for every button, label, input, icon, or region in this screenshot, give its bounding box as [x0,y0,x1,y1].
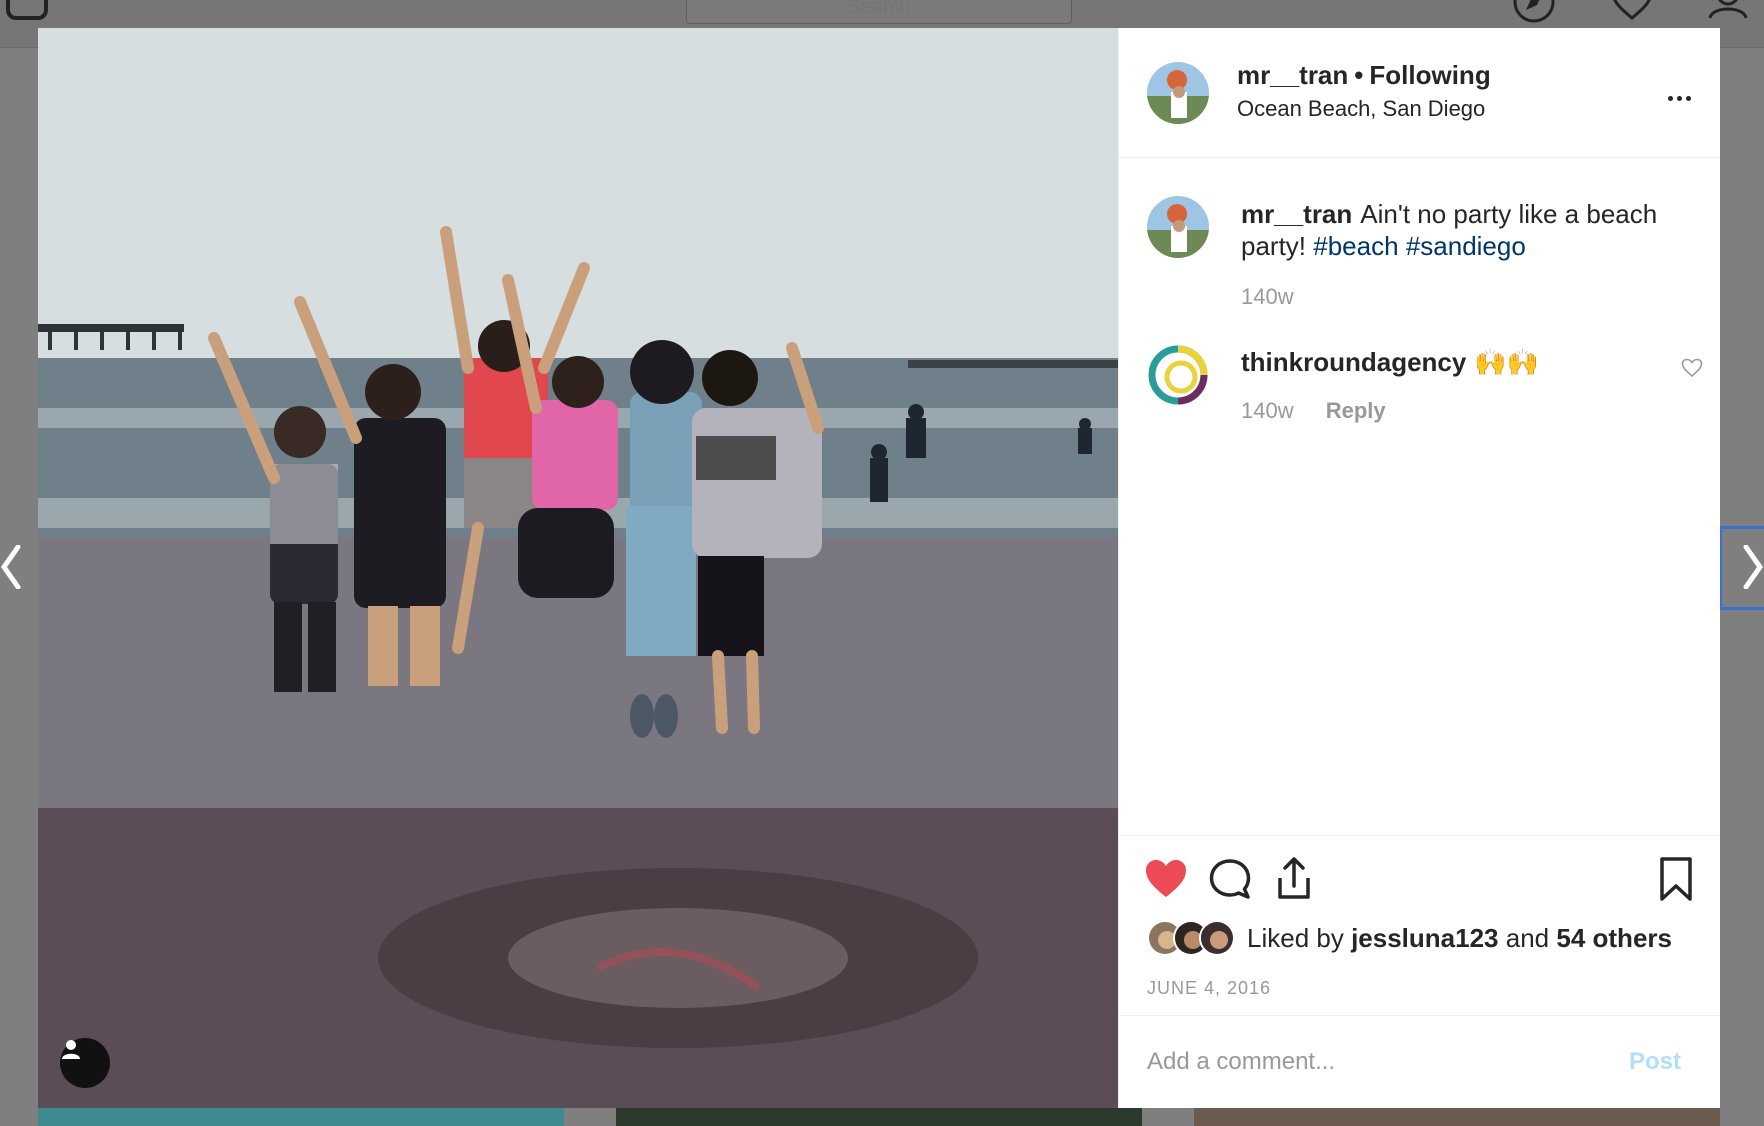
like-heart-icon[interactable] [1143,856,1189,902]
comment-item: thinkroundagency 🙌🙌 140w Reply [1147,344,1707,434]
comment-input[interactable] [1147,1040,1617,1084]
next-post-chevron-icon[interactable] [1740,545,1764,589]
beach-group-jump-photo [38,28,1118,1108]
more-options-icon[interactable] [1659,88,1699,108]
post-location[interactable]: Ocean Beach, San Diego [1237,96,1485,122]
background-grid-tile[interactable] [1194,1108,1720,1126]
person-tag-icon [62,1040,80,1059]
likes-count-link[interactable]: 54 others [1556,923,1672,953]
reply-button[interactable]: Reply [1326,398,1386,423]
post-modal: mr__tran • Following Ocean Beach, San Dieg… [38,28,1720,1108]
activity-heart-icon[interactable] [1610,0,1654,24]
liked-by-text: Liked by jessluna123 and 54 others [1247,923,1672,954]
background-grid-tile[interactable] [616,1108,1142,1126]
background-grid-tile[interactable] [38,1108,564,1126]
caption-avatar-image [1147,196,1209,258]
caption-username[interactable]: mr__tran [1241,199,1352,229]
post-actions: Liked by jessluna123 and 54 others JUNE … [1119,835,1720,1015]
author-username[interactable]: mr__tran [1237,60,1348,90]
post-photo[interactable] [38,28,1118,1108]
post-header: mr__tran • Following Ocean Beach, San Dieg… [1119,28,1720,158]
hashtag-link[interactable]: #sandiego [1406,231,1526,261]
add-comment-bar: Post [1119,1015,1720,1108]
caption-avatar[interactable] [1147,196,1209,258]
liked-by-row: Liked by jessluna123 and 54 others [1147,918,1672,958]
liker-avatar-image [1201,922,1233,954]
tagged-users-button[interactable] [60,1038,110,1088]
comment-body: 🙌🙌 [1474,347,1540,377]
instagram-logo-icon[interactable] [6,0,48,20]
post-comment-button[interactable]: Post [1629,1048,1681,1076]
comment-age[interactable]: 140w [1241,398,1294,423]
commenter-username[interactable]: thinkroundagency [1241,347,1466,377]
comment-text: thinkroundagency 🙌🙌 [1241,346,1681,378]
search-input[interactable] [686,0,1072,24]
profile-icon[interactable] [1706,0,1750,24]
caption-text: mr__tran Ain't no party like a beach part… [1241,198,1681,262]
liked-by-connector: and [1505,922,1550,953]
comment-bubble-icon[interactable] [1207,856,1253,902]
comment-meta: 140w Reply [1241,398,1386,424]
liked-by-user[interactable]: jessluna123 [1351,923,1498,953]
commenter-avatar-image [1147,344,1209,406]
instagram-page: mr__tran•Following Ocean Beach, San Dieg… [0,0,1764,1126]
share-icon[interactable] [1271,856,1317,902]
commenter-avatar[interactable] [1147,344,1209,406]
liked-by-prefix: Liked by [1247,922,1344,953]
separator-dot: • [1354,60,1364,90]
caption-meta: 140w [1241,284,1294,310]
liker-avatar[interactable] [1199,920,1235,956]
save-bookmark-icon[interactable] [1653,856,1699,902]
previous-post-chevron-icon[interactable] [0,545,24,589]
post-date[interactable]: JUNE 4, 2016 [1147,978,1271,999]
following-button[interactable]: Following [1369,60,1490,90]
compass-icon[interactable] [1512,0,1556,24]
hashtag-link[interactable]: #beach [1313,231,1398,261]
post-sidebar: mr__tran • Following Ocean Beach, San Dieg… [1118,28,1720,1108]
like-comment-heart-icon[interactable] [1681,358,1703,378]
author-and-follow: mr__tran • Following [1237,60,1491,91]
caption: mr__tran Ain't no party like a beach part… [1147,196,1707,316]
caption-age[interactable]: 140w [1241,284,1294,309]
author-avatar-image [1147,62,1209,124]
comments-list: mr__tran Ain't no party like a beach part… [1119,158,1720,835]
author-avatar[interactable] [1147,62,1209,124]
